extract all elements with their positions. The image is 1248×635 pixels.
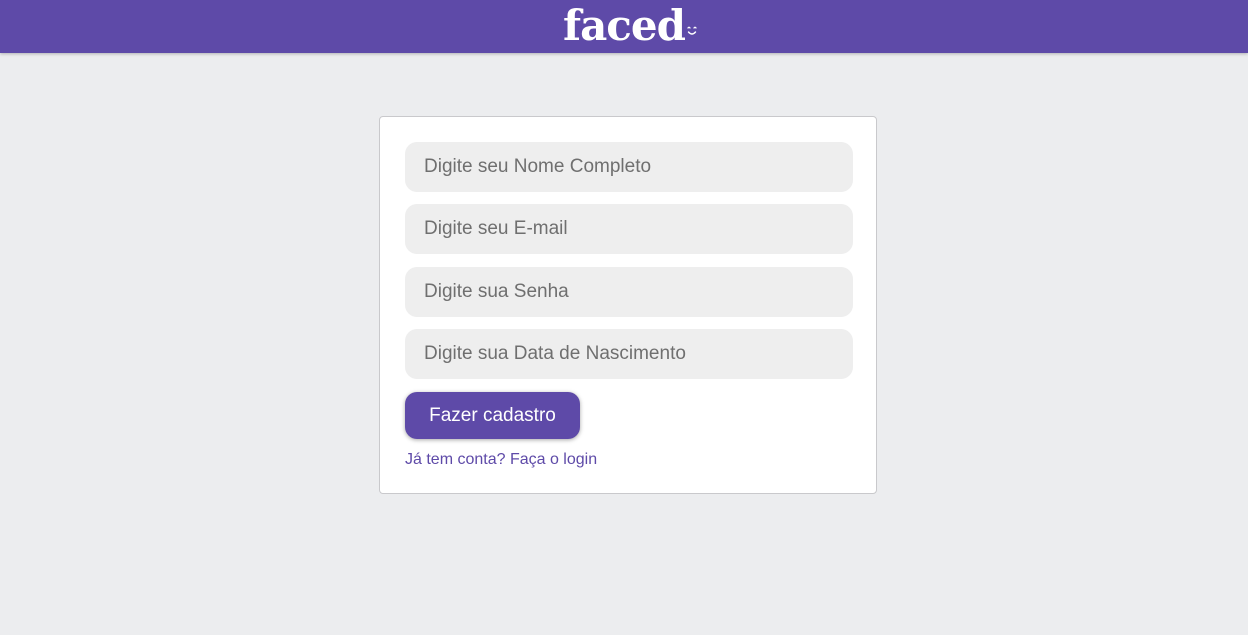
full-name-field[interactable] — [405, 142, 853, 192]
signup-card: Fazer cadastro Já tem conta? Faça o logi… — [379, 116, 877, 494]
password-field[interactable] — [405, 267, 853, 317]
logo[interactable]: faced — [0, 3, 1248, 49]
smile-icon — [687, 26, 697, 35]
birthdate-field[interactable] — [405, 329, 853, 379]
logo-text: faced — [563, 1, 686, 50]
email-field[interactable] — [405, 204, 853, 254]
signup-button[interactable]: Fazer cadastro — [405, 392, 580, 439]
login-link[interactable]: Já tem conta? Faça o login — [405, 451, 597, 469]
top-bar: faced — [0, 0, 1248, 53]
